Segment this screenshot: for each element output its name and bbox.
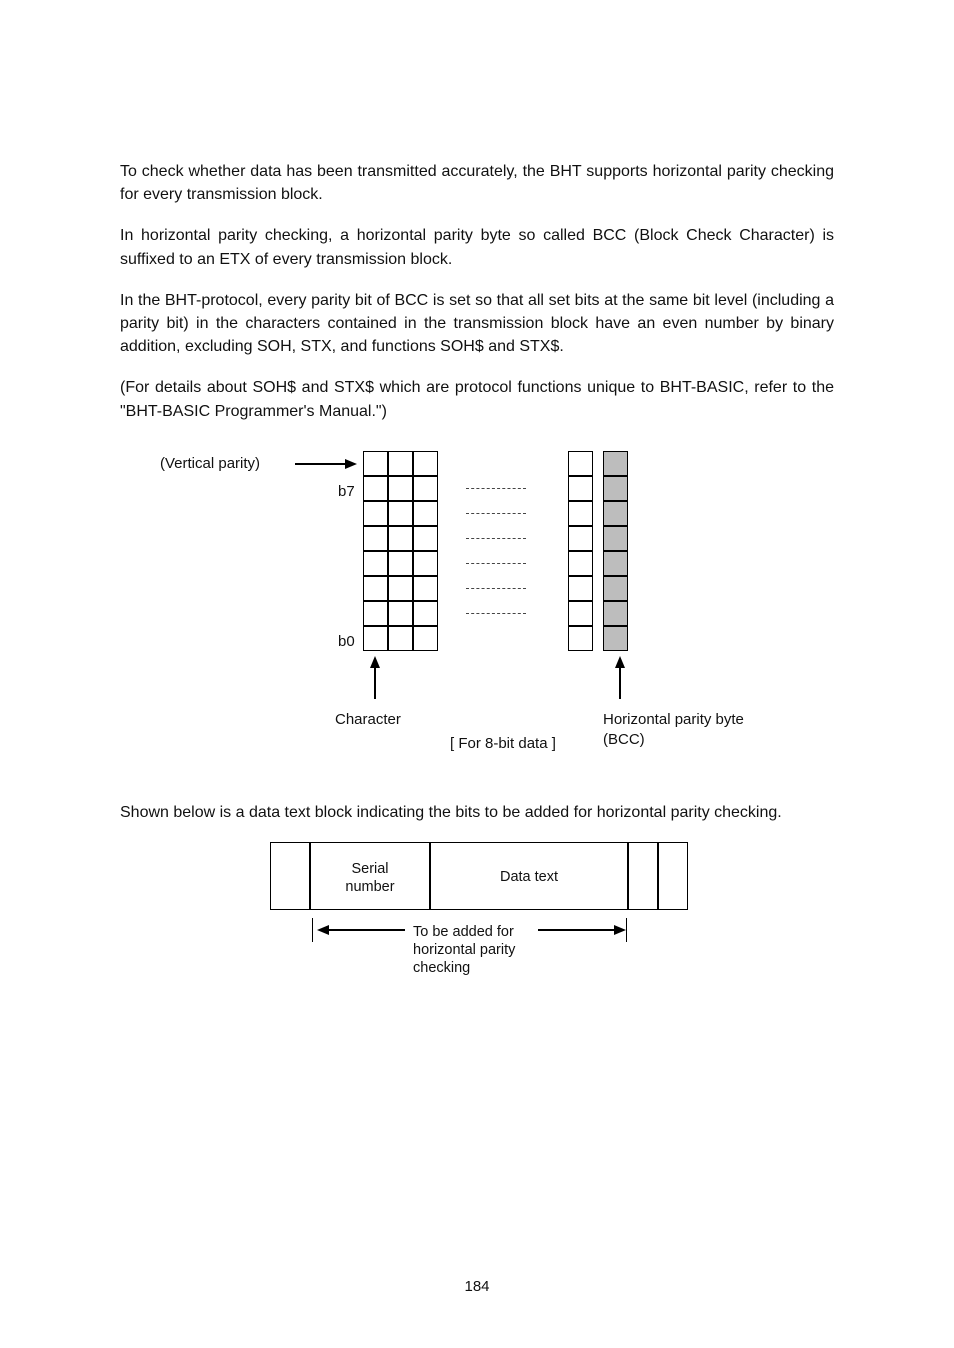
grid-cell-parity: [603, 576, 628, 601]
grid-cell: [568, 451, 593, 476]
range-arrow-line-left: [327, 929, 405, 931]
b0-label: b0: [338, 631, 355, 653]
dash-icon: [466, 538, 526, 539]
para-3: In the BHT-protocol, every parity bit of…: [120, 289, 834, 359]
grid-cell: [413, 576, 438, 601]
grid-cell-parity: [603, 551, 628, 576]
dash-icon: [466, 513, 526, 514]
grid-row: [363, 451, 628, 476]
para-2: In horizontal parity checking, a horizon…: [120, 224, 834, 270]
for-8bit-label: [ For 8-bit data ]: [450, 733, 556, 755]
grid-row: [363, 626, 628, 651]
serial-label-2: number: [311, 877, 429, 898]
bit-grid: [363, 451, 628, 651]
vertical-parity-label: (Vertical parity): [160, 453, 260, 475]
dash-icon: [466, 563, 526, 564]
grid-cell: [413, 551, 438, 576]
grid-cell-parity: [603, 476, 628, 501]
horizontal-parity-label: Horizontal parity byte: [603, 709, 744, 731]
dash-icon: [466, 488, 526, 489]
grid-cell-parity: [603, 526, 628, 551]
grid-cell-parity: [603, 626, 628, 651]
character-arrow-line: [374, 667, 376, 699]
grid-cell: [363, 601, 388, 626]
grid-cell: [568, 626, 593, 651]
grid-cell: [413, 601, 438, 626]
grid-row: [363, 601, 628, 626]
grid-cell: [363, 526, 388, 551]
grid-cell-parity: [603, 601, 628, 626]
grid-row: [363, 501, 628, 526]
grid-cell: [413, 501, 438, 526]
range-left-bar: [312, 918, 313, 942]
grid-row: [363, 576, 628, 601]
grid-row: [363, 526, 628, 551]
grid-cell: [363, 501, 388, 526]
grid-cell: [388, 476, 413, 501]
grid-cell: [388, 576, 413, 601]
grid-cell-parity: [603, 451, 628, 476]
vertical-parity-arrow-head-icon: [345, 459, 357, 469]
grid-cell: [413, 451, 438, 476]
grid-cell: [568, 551, 593, 576]
bcc-arrow-line: [619, 667, 621, 699]
grid-row: [363, 476, 628, 501]
grid-cell: [568, 526, 593, 551]
block-trailer-2: [658, 842, 688, 910]
range-right-bar: [626, 918, 627, 942]
grid-cell: [388, 501, 413, 526]
grid-cell: [413, 626, 438, 651]
character-label: Character: [335, 709, 401, 731]
grid-cell-parity: [603, 501, 628, 526]
range-arrow-line-right: [538, 929, 616, 931]
grid-cell: [388, 601, 413, 626]
grid-cell: [388, 526, 413, 551]
block-trailer-1: [628, 842, 658, 910]
para-1: To check whether data has been transmitt…: [120, 160, 834, 206]
grid-cell: [413, 476, 438, 501]
para-5: Shown below is a data text block indicat…: [120, 801, 834, 824]
page-number: 184: [0, 1276, 954, 1298]
data-text-label: Data text: [431, 867, 627, 888]
tobe-label-3: checking: [413, 958, 470, 979]
grid-cell: [363, 576, 388, 601]
block-header-left: [270, 842, 310, 910]
grid-cell: [363, 626, 388, 651]
vertical-parity-arrow-line: [295, 463, 345, 465]
range-arrow-right-head-icon: [614, 925, 626, 935]
grid-cell: [413, 526, 438, 551]
figure-data-block: Serial number Data text To be added for …: [120, 842, 834, 1032]
grid-cell: [363, 476, 388, 501]
grid-cell: [568, 576, 593, 601]
para-4: (For details about SOH$ and STX$ which a…: [120, 376, 834, 422]
dash-icon: [466, 613, 526, 614]
grid-row: [363, 551, 628, 576]
grid-cell: [568, 501, 593, 526]
grid-cell: [388, 626, 413, 651]
grid-cell: [363, 451, 388, 476]
block-serial-number: Serial number: [310, 842, 430, 910]
grid-cell: [568, 476, 593, 501]
block-data-text: Data text: [430, 842, 628, 910]
grid-cell: [568, 601, 593, 626]
grid-cell: [388, 551, 413, 576]
bcc-label: (BCC): [603, 729, 645, 751]
figure-bit-grid: (Vertical parity) b7 b0: [120, 451, 834, 761]
b7-label: b7: [338, 481, 355, 503]
grid-cell: [388, 451, 413, 476]
grid-cell: [363, 551, 388, 576]
dash-icon: [466, 588, 526, 589]
